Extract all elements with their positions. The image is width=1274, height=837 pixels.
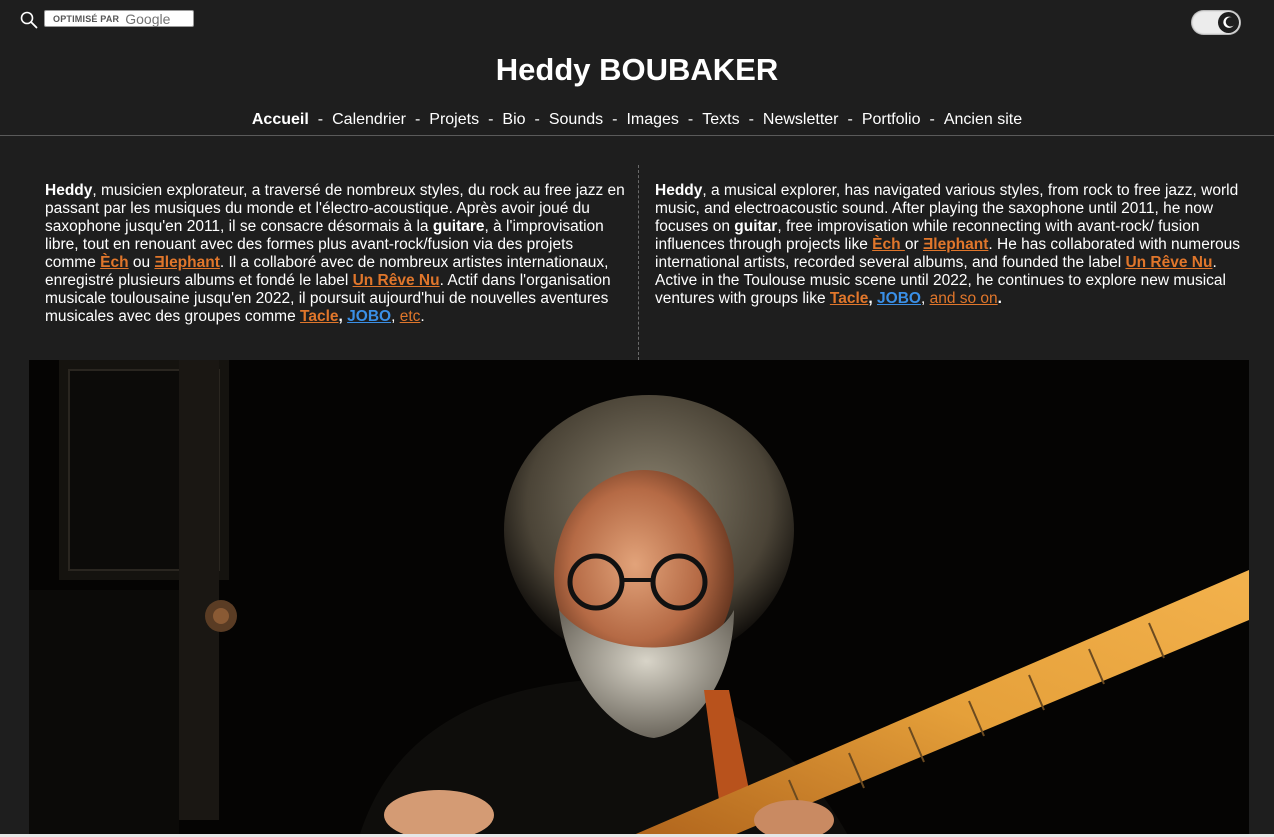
nav-separator: - <box>687 111 694 128</box>
page-title: Heddy BOUBAKER <box>495 52 779 87</box>
bio-english: Heddy, a musical explorer, has navigated… <box>655 182 1240 308</box>
link-jobo[interactable]: JOBO <box>347 308 391 325</box>
nav-item-ancien-site[interactable]: Ancien site <box>944 111 1022 128</box>
search-input[interactable]: OPTIMISÉ PAR Google <box>44 10 194 27</box>
top-bar: OPTIMISÉ PAR Google <box>0 0 1274 40</box>
nav-separator: - <box>317 111 324 128</box>
link-jobo[interactable]: JOBO <box>877 290 921 307</box>
bio-text: , <box>338 308 343 325</box>
link-ech[interactable]: Èch <box>872 236 905 253</box>
nav-item-projets[interactable]: Projets <box>429 111 479 128</box>
bio-text: , <box>868 290 878 307</box>
nav-separator: - <box>748 111 754 128</box>
nav-separator: - <box>929 111 935 128</box>
nav-item-accueil[interactable]: Accueil <box>252 111 309 128</box>
nav-item-sounds[interactable]: Sounds <box>549 111 603 128</box>
bio-text: , <box>920 290 930 307</box>
bio-text: or <box>904 236 923 253</box>
link-elephant[interactable]: Ǝlephant <box>154 254 219 271</box>
nav-separator: - <box>414 111 421 128</box>
nav-separator: - <box>847 111 853 128</box>
nav-item-bio[interactable]: Bio <box>502 111 525 128</box>
nav-separator: - <box>534 111 540 128</box>
main-nav: Accueil - Calendrier - Projets - Bio - Sounds - Im… <box>0 111 1274 129</box>
link-etc[interactable]: etc <box>400 308 421 325</box>
link-un-reve-nu[interactable]: Un Rêve Nu <box>353 272 440 289</box>
nav-separator: - <box>488 111 494 128</box>
nav-item-images[interactable]: Images <box>626 111 678 128</box>
bio-name: Heddy <box>655 182 703 199</box>
toggle-knob <box>1218 12 1239 33</box>
column-divider <box>638 165 639 360</box>
link-tacle[interactable]: Tacle <box>830 290 869 307</box>
nav-item-texts[interactable]: Texts <box>702 111 739 128</box>
powered-by-label: OPTIMISÉ PAR <box>53 13 120 24</box>
bio-french: Heddy, musicien explorateur, a traversé … <box>45 182 627 326</box>
nav-item-calendrier[interactable]: Calendrier <box>332 111 406 128</box>
google-logo: Google <box>125 10 171 27</box>
guitarist-photo <box>29 360 1249 837</box>
moon-icon <box>1223 16 1234 28</box>
bio-guitar: guitare <box>432 218 485 235</box>
nav-item-newsletter[interactable]: Newsletter <box>763 111 839 128</box>
theme-toggle[interactable] <box>1191 10 1241 35</box>
bio-text: . <box>997 290 1002 307</box>
hero-photo <box>29 360 1249 837</box>
header-divider <box>0 135 1274 136</box>
bio-text: ou <box>128 254 155 271</box>
bio-guitar: guitar <box>734 218 778 235</box>
link-and-so-on[interactable]: and so on <box>930 290 998 307</box>
nav-item-portfolio[interactable]: Portfolio <box>862 111 921 128</box>
bio-text: , <box>391 308 400 325</box>
link-elephant[interactable]: Ǝlephant <box>923 236 988 253</box>
bio-text: . <box>420 308 425 325</box>
link-tacle[interactable]: Tacle <box>300 308 339 325</box>
nav-separator: - <box>612 111 618 128</box>
link-ech[interactable]: Èch <box>100 254 128 271</box>
bio-name: Heddy <box>45 182 93 199</box>
search-icon[interactable] <box>20 11 38 29</box>
link-un-reve-nu[interactable]: Un Rêve Nu <box>1125 254 1212 271</box>
